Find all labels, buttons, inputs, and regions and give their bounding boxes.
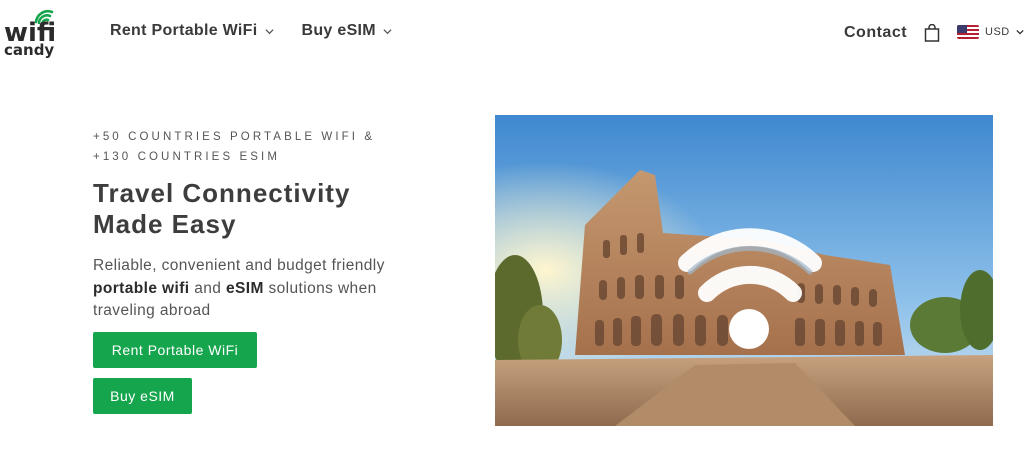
hero-title-line2: Made Easy [93, 209, 237, 239]
desc-bold-esim: eSIM [225, 279, 264, 297]
nav-rent-portable-wifi[interactable]: Rent Portable WiFi [110, 22, 274, 40]
nav-item-label: Rent Portable WiFi [110, 22, 258, 39]
main-nav: Rent Portable WiFi Buy eSIM [110, 22, 392, 40]
buy-esim-button[interactable]: Buy eSIM [93, 378, 192, 414]
wifi-candy-logo[interactable]: wifi candy [4, 8, 62, 60]
hero-description: Reliable, convenient and budget friendly… [93, 255, 433, 323]
hero-image-colosseum [495, 115, 993, 426]
colosseum-illustration [495, 115, 993, 426]
logo-line1: wifi [4, 18, 57, 48]
us-flag-icon [957, 25, 979, 39]
logo-wordmark: wifi candy [4, 18, 57, 59]
desc-text: and [194, 279, 222, 297]
desc-bold-portable-wifi: portable wifi [93, 279, 190, 297]
chevron-down-icon [1016, 29, 1024, 35]
hero-eyebrow: +50 COUNTRIES PORTABLE WIFI & +130 COUNT… [93, 128, 413, 167]
currency-selector[interactable]: USD [957, 25, 1024, 39]
contact-link[interactable]: Contact [844, 24, 907, 42]
site-header: wifi candy Rent Portable WiFi Buy eSIM C… [0, 0, 1024, 66]
eyebrow-line1: +50 COUNTRIES PORTABLE WIFI & [93, 131, 376, 143]
logo-line2: candy [4, 41, 55, 59]
header-actions: Contact USD [804, 20, 1024, 48]
chevron-down-icon [383, 28, 392, 34]
rent-portable-wifi-button[interactable]: Rent Portable WiFi [93, 332, 257, 368]
eyebrow-line2: +130 COUNTRIES ESIM [93, 150, 281, 163]
currency-label: USD [985, 26, 1010, 38]
chevron-down-icon [264, 28, 274, 34]
nav-item-label: Buy eSIM [301, 22, 376, 39]
shopping-bag-icon[interactable] [924, 24, 940, 42]
nav-buy-esim[interactable]: Buy eSIM [302, 22, 392, 40]
hero-title: Travel Connectivity Made Easy [93, 178, 433, 240]
desc-text: Reliable, convenient and budget friendly [93, 257, 385, 274]
hero-title-line1: Travel Connectivity [93, 178, 351, 208]
